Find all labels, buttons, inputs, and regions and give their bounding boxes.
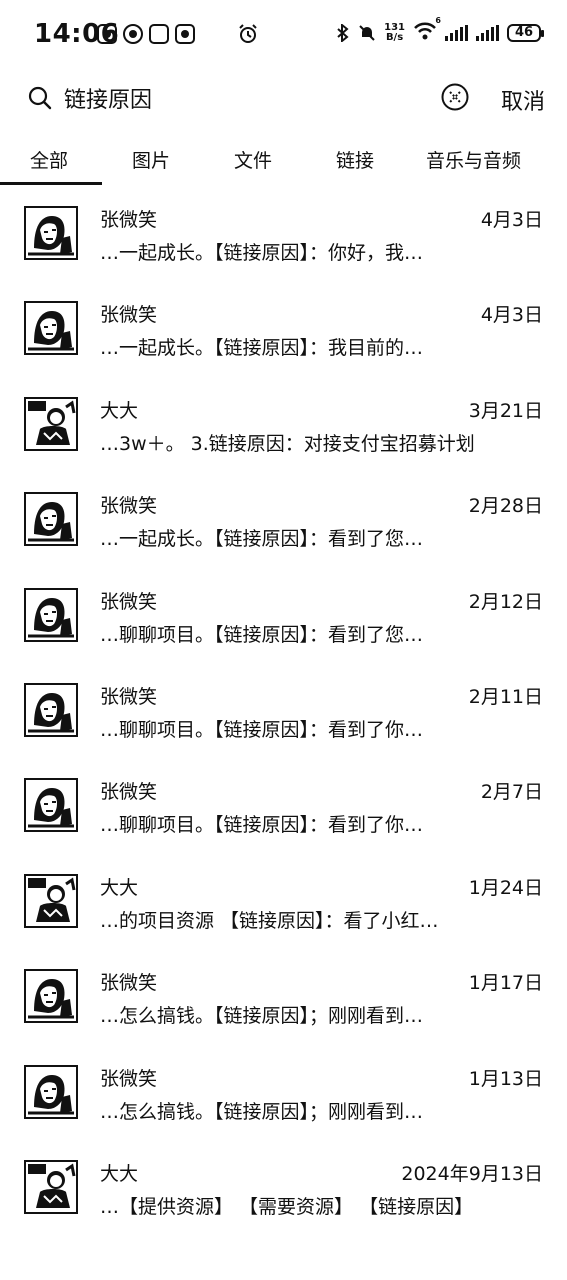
result-item[interactable]: 张微笑 2月7日 …聊聊项目。【链接原因】：看到了你… — [0, 772, 567, 867]
message-date: 1月13日 — [468, 1067, 543, 1090]
message-date: 1月17日 — [468, 972, 543, 995]
contact-name: 张微笑 — [100, 590, 158, 613]
wifi-icon: 6 — [413, 16, 441, 43]
avatar — [24, 778, 78, 833]
avatar — [24, 206, 78, 260]
message-app-icon — [149, 24, 169, 44]
tab-files[interactable]: 文件 — [234, 146, 272, 173]
message-snippet: …怎么搞钱。【链接原因】；刚刚看到… — [100, 1100, 424, 1123]
avatar — [24, 1159, 78, 1214]
contact-name: 张微笑 — [100, 209, 158, 231]
battery-icon: 46 — [507, 23, 544, 42]
tab-music-audio[interactable]: 音乐与音频 — [426, 146, 521, 173]
contact-name: 大大 — [100, 876, 139, 899]
signal-icon-2 — [476, 24, 499, 41]
app-notification-icon — [175, 24, 195, 44]
message-date: 2月7日 — [480, 781, 543, 804]
network-speed: 131 B/s — [384, 21, 405, 43]
message-date: 2月11日 — [468, 685, 543, 708]
contact-name: 大大 — [100, 399, 139, 422]
search-results-list: 张微笑 4月3日 …一起成长。【链接原因】：你好，我… 张微笑 4月3日 …一起成长。【链… — [0, 200, 567, 1249]
filter-tabs: 全部 图片 文件 链接 音乐与音频 — [0, 138, 567, 186]
alarm-icon — [239, 24, 257, 43]
message-date: 4月3日 — [480, 209, 543, 231]
message-snippet: …一起成长。【链接原因】：我目前的… — [100, 337, 424, 360]
avatar — [24, 969, 78, 1024]
avatar — [24, 301, 78, 356]
clear-icon[interactable] — [441, 83, 469, 111]
system-status-icons: 131 B/s 6 46 — [336, 16, 544, 43]
contact-name: 张微笑 — [100, 495, 158, 518]
message-snippet: …聊聊项目。【链接原因】：看到了你… — [100, 718, 424, 741]
network-badge: 6 — [435, 16, 441, 25]
message-snippet: …聊聊项目。【链接原因】：看到了你… — [100, 814, 424, 837]
avatar — [24, 873, 78, 928]
avatar — [24, 396, 78, 451]
contact-name: 张微笑 — [100, 685, 158, 708]
notification-app-icon — [97, 24, 117, 44]
message-date: 1月24日 — [468, 876, 543, 899]
result-item[interactable]: 张微笑 4月3日 …一起成长。【链接原因】：我目前的… — [0, 295, 567, 390]
avatar — [24, 587, 78, 642]
message-snippet: …一起成长。【链接原因】：你好，我… — [100, 242, 424, 264]
status-bar: 14:06 131 B/s 6 46 — [0, 0, 567, 70]
result-item[interactable]: 大大 2024年9月13日 …【提供资源】 【需要资源】 【链接原因】 — [0, 1154, 567, 1249]
tab-all[interactable]: 全部 — [30, 146, 68, 173]
result-item[interactable]: 大大 3月21日 …3w＋。 3.链接原因：对接支付宝招募计划 — [0, 391, 567, 486]
message-snippet: …聊聊项目。【链接原因】：看到了您… — [100, 623, 424, 646]
result-item[interactable]: 张微笑 2月28日 …一起成长。【链接原因】：看到了您… — [0, 486, 567, 581]
message-date: 2月28日 — [468, 495, 543, 518]
message-snippet: …3w＋。 3.链接原因：对接支付宝招募计划 — [100, 432, 475, 455]
contact-name: 张微笑 — [100, 972, 158, 995]
eye-icon — [123, 24, 143, 44]
bluetooth-icon — [337, 23, 349, 42]
result-item[interactable]: 张微笑 2月12日 …聊聊项目。【链接原因】：看到了您… — [0, 582, 567, 677]
contact-name: 张微笑 — [100, 304, 158, 327]
result-item[interactable]: 张微笑 1月17日 …怎么搞钱。【链接原因】；刚刚看到… — [0, 963, 567, 1058]
search-input[interactable] — [64, 82, 404, 114]
notification-icons — [97, 24, 195, 44]
cancel-button[interactable]: 取消 — [501, 84, 545, 116]
message-snippet: …怎么搞钱。【链接原因】；刚刚看到… — [100, 1005, 424, 1028]
message-date: 3月21日 — [468, 399, 543, 422]
mute-bell-icon — [359, 24, 375, 41]
avatar — [24, 1064, 78, 1119]
result-item[interactable]: 张微笑 2月11日 …聊聊项目。【链接原因】：看到了你… — [0, 677, 567, 772]
contact-name: 张微笑 — [100, 781, 158, 804]
result-item[interactable]: 张微笑 4月3日 …一起成长。【链接原因】：你好，我… — [0, 200, 567, 295]
tab-links[interactable]: 链接 — [336, 146, 374, 173]
message-date: 2月12日 — [468, 590, 543, 613]
avatar — [24, 492, 78, 547]
tab-images[interactable]: 图片 — [132, 146, 170, 173]
result-item[interactable]: 张微笑 1月13日 …怎么搞钱。【链接原因】；刚刚看到… — [0, 1059, 567, 1154]
result-item[interactable]: 大大 1月24日 …的项目资源 【链接原因】：看了小红… — [0, 868, 567, 963]
message-date: 4月3日 — [480, 304, 543, 327]
contact-name: 大大 — [100, 1162, 139, 1185]
message-snippet: …一起成长。【链接原因】：看到了您… — [100, 528, 424, 551]
avatar — [24, 682, 78, 737]
contact-name: 张微笑 — [100, 1067, 158, 1090]
message-snippet: …【提供资源】 【需要资源】 【链接原因】 — [100, 1195, 474, 1218]
search-icon — [28, 86, 52, 110]
message-date: 2024年9月13日 — [401, 1162, 543, 1185]
signal-icon-1 — [445, 24, 468, 41]
active-tab-indicator — [0, 182, 102, 185]
message-snippet: …的项目资源 【链接原因】：看了小红… — [100, 909, 439, 932]
search-bar: 取消 — [0, 70, 567, 130]
